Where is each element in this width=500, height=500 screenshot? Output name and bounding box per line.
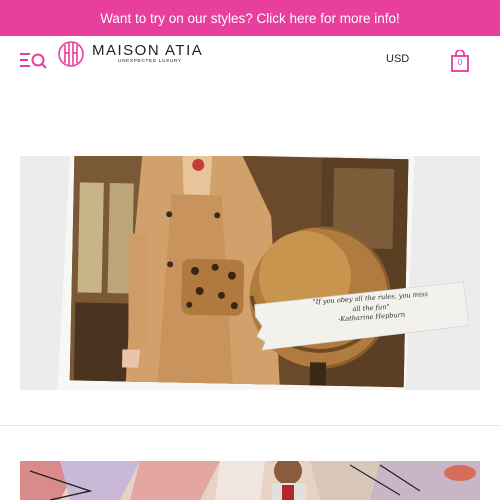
brand-logo[interactable]: MAISON ATIA UNEXPECTED LUXURY — [58, 40, 203, 68]
second-banner-image — [20, 461, 480, 500]
menu-search-icon[interactable] — [20, 52, 48, 70]
announcement-bar[interactable]: Want to try on our styles? Click here fo… — [0, 0, 500, 36]
currency-selector[interactable]: USD — [386, 53, 409, 65]
hero-image — [20, 156, 480, 390]
section-divider — [0, 425, 500, 426]
hero-banner[interactable]: "If you obey all the rules, you miss all… — [20, 156, 480, 390]
brand-name: MAISON ATIA — [92, 42, 204, 60]
brand-tagline: UNEXPECTED LUXURY — [118, 59, 182, 65]
cart-count-badge: 0 — [457, 58, 463, 67]
logo-monogram-icon — [58, 41, 84, 67]
announcement-text[interactable]: Want to try on our styles? Click here fo… — [100, 11, 400, 26]
cart-button[interactable]: 0 — [450, 49, 470, 72]
logo-wordmark: MAISON ATIA UNEXPECTED LUXURY — [92, 43, 203, 65]
second-banner[interactable] — [20, 461, 480, 500]
